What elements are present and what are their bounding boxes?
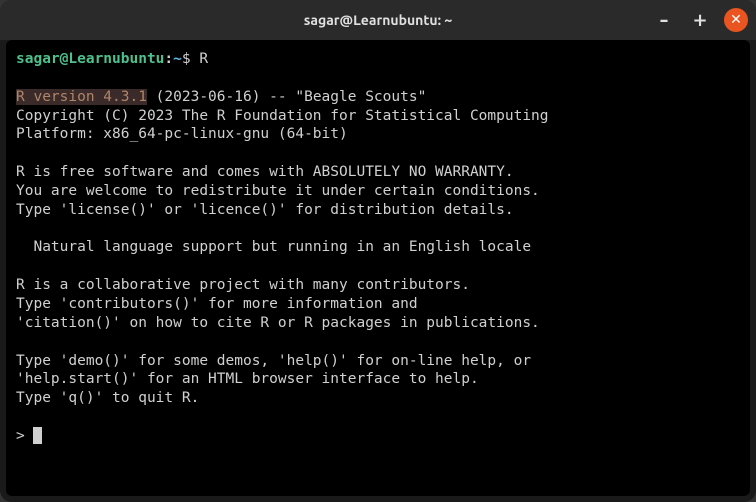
output-blank: [16, 408, 740, 427]
r-locale: Natural language support but running in …: [16, 238, 740, 257]
output-blank: [16, 257, 740, 276]
r-quit: Type 'q()' to quit R.: [16, 389, 740, 408]
titlebar[interactable]: sagar@Learnubuntu: ~ – + ✕: [0, 0, 756, 40]
output-blank: [16, 69, 740, 88]
r-warranty-1: R is free software and comes with ABSOLU…: [16, 163, 740, 182]
prompt-path: ~: [173, 51, 182, 67]
output-blank: [16, 144, 740, 163]
r-help-2: 'help.start()' for an HTML browser inter…: [16, 370, 740, 389]
r-version-highlight: R version 4.3.1: [16, 89, 147, 105]
close-icon[interactable]: ✕: [724, 8, 748, 32]
window-title: sagar@Learnubuntu: ~: [304, 12, 453, 28]
r-help-1: Type 'demo()' for some demos, 'help()' f…: [16, 352, 740, 371]
window-controls: – + ✕: [652, 8, 748, 32]
r-version-line: R version 4.3.1 (2023-06-16) -- "Beagle …: [16, 88, 740, 107]
minimize-icon[interactable]: –: [652, 8, 676, 32]
r-copyright: Copyright (C) 2023 The R Foundation for …: [16, 107, 740, 126]
terminal-body[interactable]: sagar@Learnubuntu:~$ R R version 4.3.1 (…: [6, 40, 750, 496]
command-text: R: [199, 51, 208, 67]
r-collab-3: 'citation()' on how to cite R or R packa…: [16, 314, 740, 333]
r-collab-2: Type 'contributors()' for more informati…: [16, 295, 740, 314]
shell-prompt-line: sagar@Learnubuntu:~$ R: [16, 50, 740, 69]
cursor-icon: [33, 427, 42, 444]
output-blank: [16, 333, 740, 352]
terminal-window: sagar@Learnubuntu: ~ – + ✕ sagar@Learnub…: [0, 0, 756, 502]
r-warranty-2: You are welcome to redistribute it under…: [16, 182, 740, 201]
maximize-icon[interactable]: +: [688, 8, 712, 32]
r-platform: Platform: x86_64-pc-linux-gnu (64-bit): [16, 125, 740, 144]
output-blank: [16, 220, 740, 239]
r-prompt: >: [16, 428, 33, 444]
r-collab-1: R is a collaborative project with many c…: [16, 276, 740, 295]
r-prompt-line: >: [16, 427, 740, 446]
r-warranty-3: Type 'license()' or 'licence()' for dist…: [16, 201, 740, 220]
prompt-user-host: sagar@Learnubuntu: [16, 51, 164, 67]
